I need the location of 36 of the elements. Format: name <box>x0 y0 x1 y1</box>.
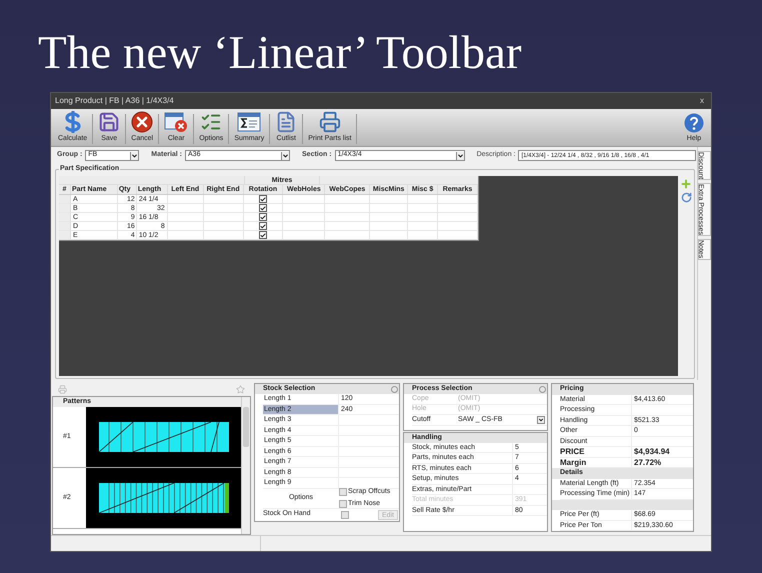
collapse-icon[interactable] <box>391 386 398 392</box>
dropdown-icon <box>456 152 464 160</box>
close-button[interactable]: x <box>697 95 707 107</box>
add-icon[interactable] <box>680 178 692 190</box>
printer-icon[interactable] <box>58 384 67 394</box>
window-title: Long Product | FB | A36 | 1/4X3/4 <box>55 95 174 107</box>
dollar-icon <box>62 110 83 132</box>
clear-window-icon <box>164 110 188 132</box>
sigma-window-icon <box>237 110 262 132</box>
row-header[interactable] <box>59 222 71 230</box>
option-checkbox[interactable] <box>339 500 347 508</box>
help-icon <box>684 112 704 132</box>
dropdown-icon <box>281 152 290 160</box>
row-header[interactable] <box>59 195 71 203</box>
star-icon[interactable] <box>236 384 245 394</box>
rotation-checkbox[interactable] <box>259 213 268 221</box>
row-header[interactable] <box>59 231 71 239</box>
rotation-checkbox[interactable] <box>259 195 268 203</box>
save-icon <box>98 110 120 132</box>
rotation-checkbox[interactable] <box>259 231 268 239</box>
row-header[interactable] <box>59 213 71 221</box>
cancel-icon <box>131 110 154 132</box>
refresh-icon[interactable] <box>680 192 692 203</box>
document-icon <box>275 110 298 132</box>
scrollbar[interactable] <box>241 397 250 534</box>
collapse-icon[interactable] <box>539 386 546 392</box>
dropdown-icon[interactable] <box>537 416 545 424</box>
option-checkbox[interactable] <box>339 488 347 496</box>
printer-icon <box>318 110 341 132</box>
rotation-checkbox[interactable] <box>259 222 268 230</box>
slide-title: The new ‘Linear’ Toolbar <box>38 30 522 81</box>
dropdown-icon <box>130 152 138 160</box>
row-header[interactable] <box>59 204 71 212</box>
stock-on-hand-checkbox[interactable] <box>341 510 349 518</box>
rotation-checkbox[interactable] <box>259 204 268 212</box>
pricing-row: PRICE $4,934.94 <box>560 447 693 458</box>
